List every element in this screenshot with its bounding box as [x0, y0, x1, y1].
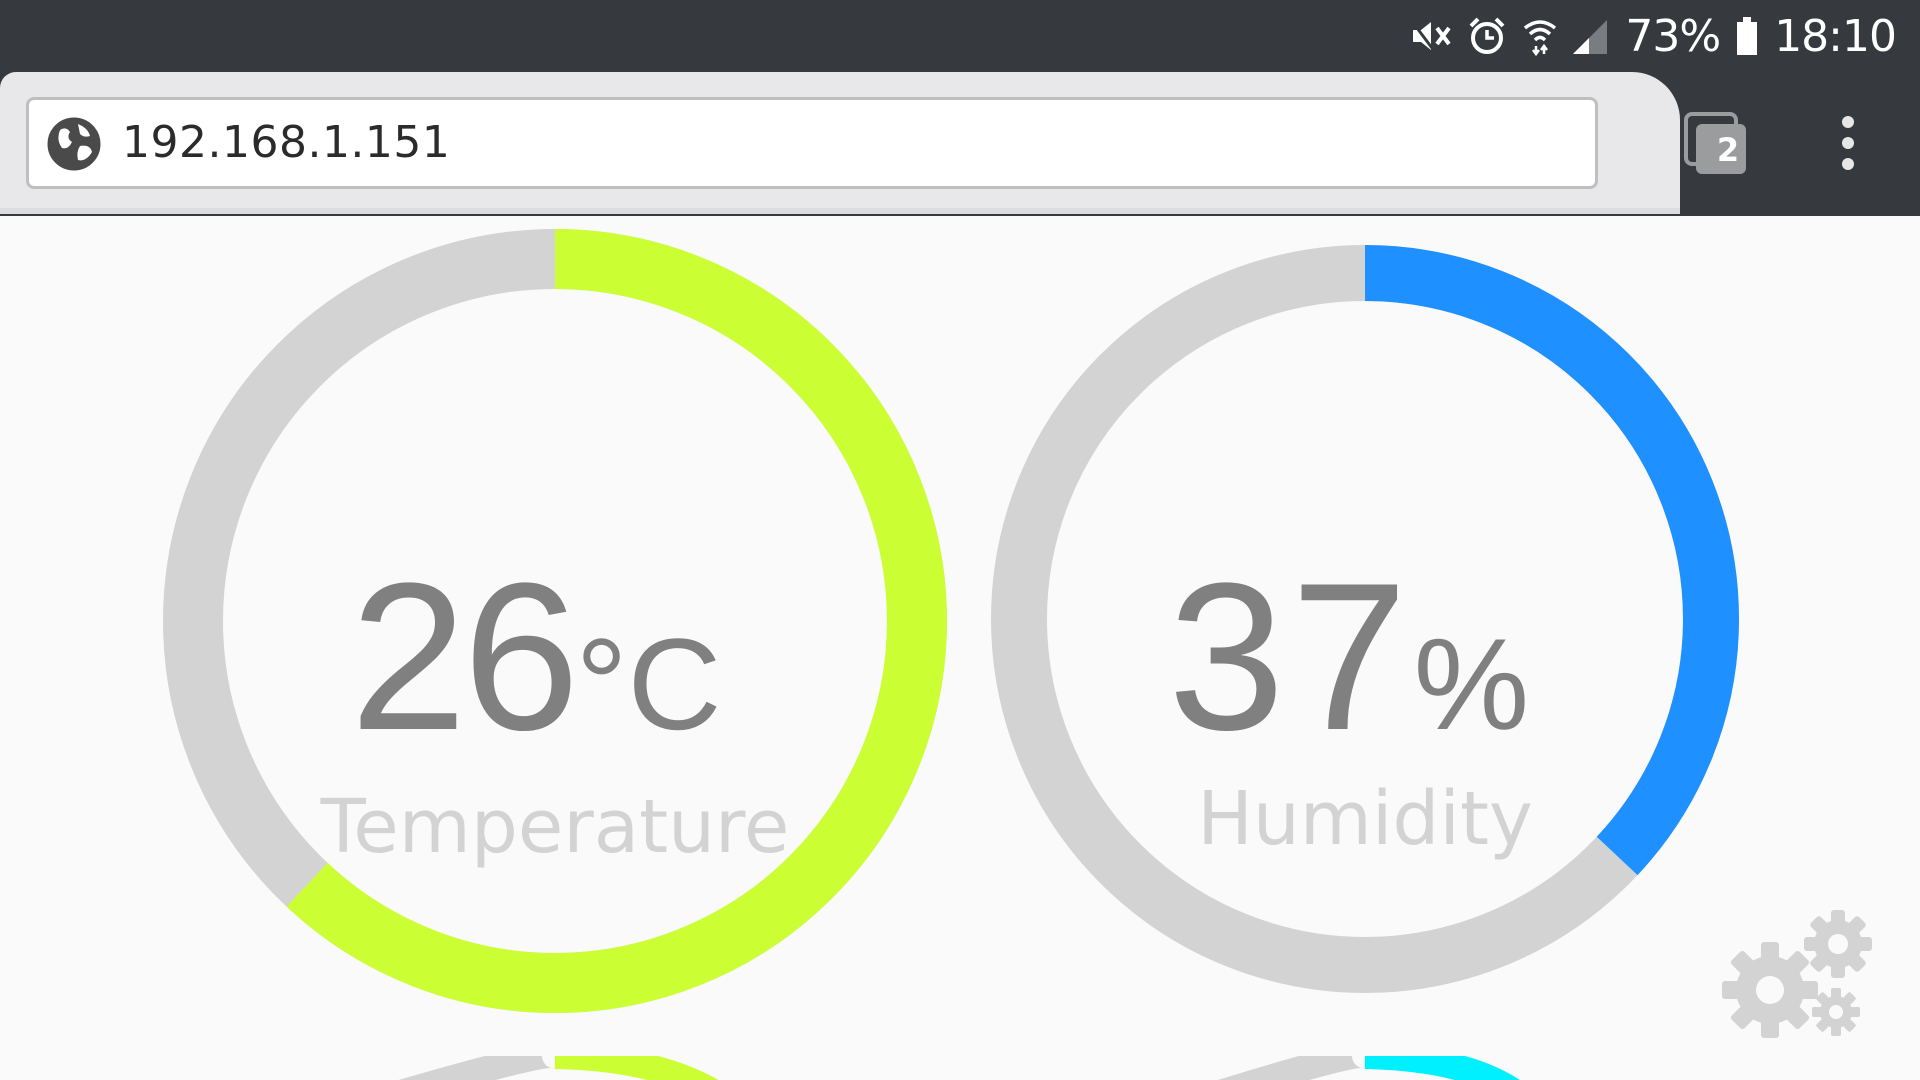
dashboard: 26°C Temperature 37% Humidity [0, 216, 1920, 1080]
mute-icon [1409, 16, 1451, 56]
battery-percent: 73% [1625, 10, 1721, 62]
menu-icon[interactable] [1836, 116, 1860, 176]
wifi-icon [1523, 16, 1557, 56]
humidity-unit: % [1413, 611, 1530, 757]
partial-gauge-right-arc [1364, 1056, 1520, 1080]
temperature-label: Temperature [320, 784, 790, 870]
humidity-number: 37 [1168, 539, 1414, 774]
partial-gauge-right [1217, 1056, 1520, 1080]
status-icons: 73% 18:10 [1409, 0, 1897, 72]
humidity-value: 37% [1168, 536, 1588, 774]
humidity-label: Humidity [1197, 776, 1533, 862]
globe-icon [46, 116, 102, 176]
signal-icon [1573, 16, 1609, 56]
clock: 18:10 [1774, 10, 1897, 62]
toolbar-divider [0, 208, 1680, 214]
alarm-icon [1467, 16, 1507, 56]
partial-gauge-left-arc [554, 1056, 719, 1080]
gears-icon[interactable] [1720, 906, 1880, 1050]
temperature-number: 26 [350, 539, 580, 774]
partial-gauge-left [398, 1056, 719, 1080]
battery-icon [1736, 16, 1758, 56]
tab-count: 2 [1716, 131, 1740, 169]
temperature-value: 26°C [350, 536, 770, 774]
status-bar: 73% 18:10 [0, 0, 1920, 72]
url-text: 192.168.1.151 [122, 117, 451, 168]
temperature-unit: °C [575, 611, 722, 757]
